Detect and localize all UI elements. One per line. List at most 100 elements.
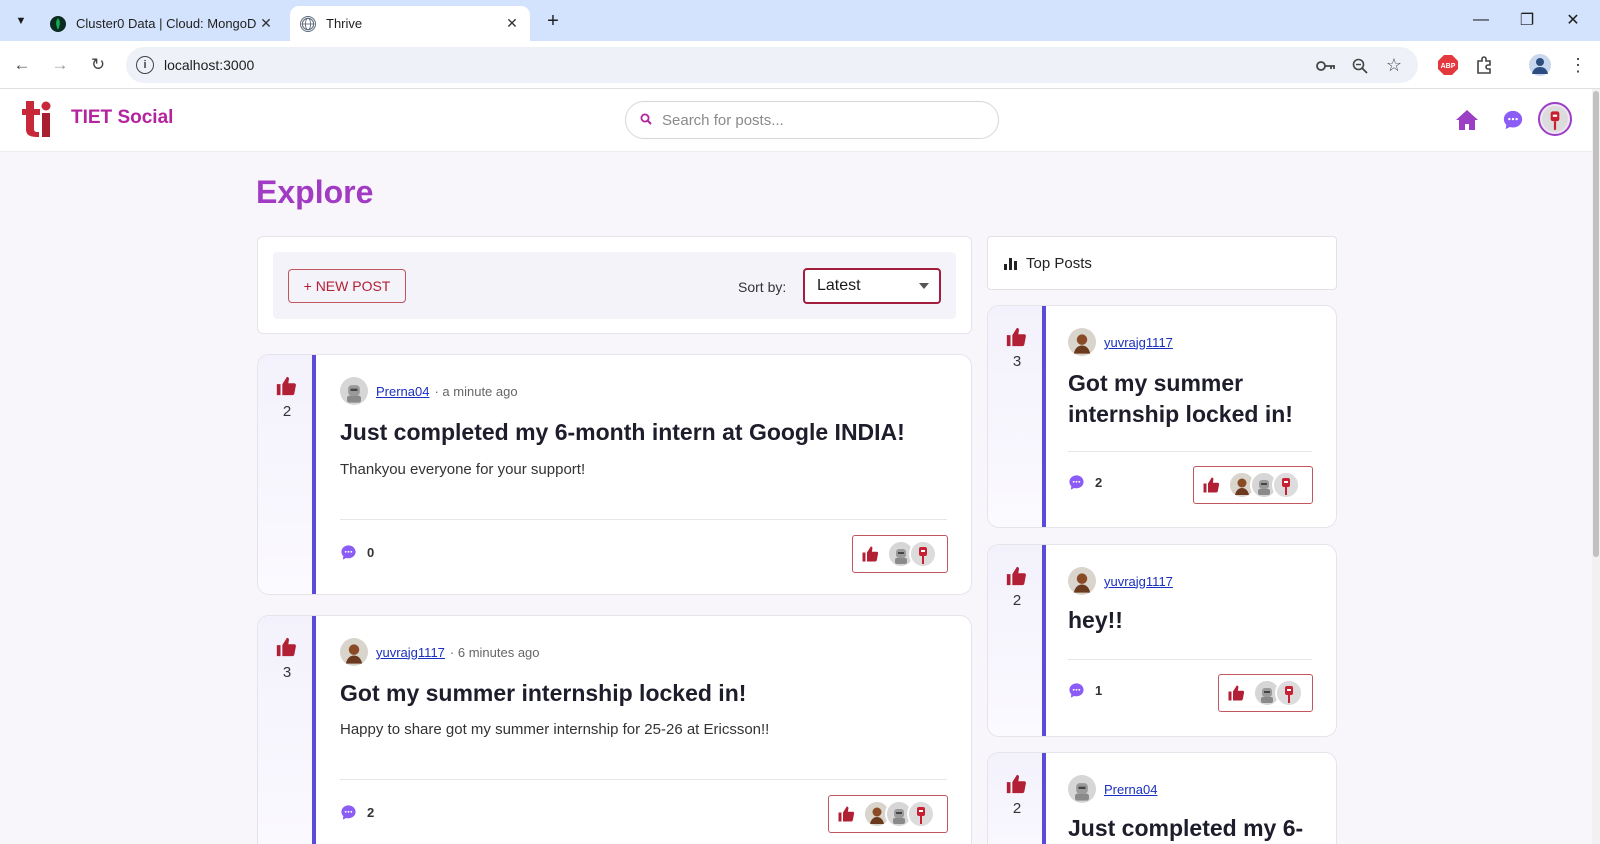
thumbs-up-icon <box>1227 684 1245 702</box>
post-time: · 6 minutes ago <box>449 644 540 660</box>
likes-box[interactable] <box>1193 466 1313 504</box>
ti-logo[interactable] <box>22 99 54 139</box>
top-post-card[interactable]: 3 yuvrajg1117 Got my summer internship l… <box>987 305 1337 528</box>
avatar[interactable] <box>1068 567 1096 595</box>
extensions-puzzle-icon[interactable] <box>1472 53 1496 77</box>
search-placeholder: Search for posts... <box>662 111 784 129</box>
page-scrollbar-thumb[interactable] <box>1593 91 1599 557</box>
likes-box[interactable] <box>852 535 948 573</box>
avatar <box>909 540 937 568</box>
thumbs-up-icon <box>1202 476 1220 494</box>
post-meta: Prerna04 <box>1068 775 1162 803</box>
author-link[interactable]: yuvrajg1117 <box>376 645 445 660</box>
back-arrow-icon[interactable]: ← <box>10 53 34 77</box>
top-post-card[interactable]: 2 Prerna04 Just completed my 6- <box>987 752 1337 844</box>
comments-count[interactable]: 0 <box>340 544 374 561</box>
post-title[interactable]: Just completed my 6-month intern at Goog… <box>340 417 905 448</box>
app-header: TIET Social Search for posts... <box>0 89 1592 152</box>
thumbs-up-icon[interactable] <box>275 375 297 397</box>
post-card[interactable]: 3 yuvrajg1117 · 6 minutes ago Got my sum… <box>257 615 972 844</box>
post-title[interactable]: hey!! <box>1068 605 1123 636</box>
sort-label: Sort by: <box>738 279 787 295</box>
close-tab-icon[interactable]: ✕ <box>504 15 520 32</box>
tab-title: Thrive <box>326 16 363 31</box>
comment-icon <box>1068 682 1085 699</box>
vote-count: 2 <box>1012 800 1022 817</box>
post-title[interactable]: Got my summer internship locked in! <box>1068 368 1313 430</box>
avatar[interactable] <box>1068 328 1096 356</box>
site-info-icon[interactable]: i <box>136 56 154 74</box>
browser-profile-avatar[interactable] <box>1528 53 1552 77</box>
key-icon[interactable] <box>1316 56 1336 76</box>
forward-arrow-icon[interactable]: → <box>48 53 72 77</box>
divider <box>1068 451 1312 452</box>
close-window-icon[interactable]: ✕ <box>1558 8 1588 32</box>
address-toolbar: ← → ↻ i localhost:3000 ☆ ABP ⋮ <box>0 41 1600 89</box>
comment-icon <box>1068 474 1085 491</box>
post-meta: yuvrajg1117 <box>1068 567 1178 595</box>
author-link[interactable]: yuvrajg1117 <box>1104 335 1173 350</box>
top-posts-header: Top Posts <box>987 236 1337 290</box>
thumbs-up-icon[interactable] <box>275 636 297 658</box>
chat-icon[interactable] <box>1500 107 1526 133</box>
mongodb-leaf-icon <box>50 15 66 32</box>
post-meta: Prerna04 · a minute ago <box>340 377 518 405</box>
vote-column: 2 <box>988 545 1046 736</box>
reload-icon[interactable]: ↻ <box>86 53 110 77</box>
vote-column: 2 <box>988 753 1046 844</box>
thumbs-up-icon[interactable] <box>1005 565 1027 587</box>
new-tab-button[interactable]: + <box>540 8 566 34</box>
post-body: Happy to share got my summer internship … <box>340 721 770 738</box>
vote-column: 3 <box>988 306 1046 527</box>
home-icon[interactable] <box>1454 107 1480 133</box>
top-post-card[interactable]: 2 yuvrajg1117 hey!! 1 <box>987 544 1337 737</box>
sort-select[interactable]: Latest <box>803 268 941 304</box>
comments-number: 0 <box>367 545 375 560</box>
comments-count[interactable]: 2 <box>340 804 374 821</box>
adblock-icon[interactable]: ABP <box>1436 53 1460 77</box>
address-bar[interactable]: i localhost:3000 <box>126 47 1418 83</box>
browser-tabbar: ▼ Cluster0 Data | Cloud: MongoD ✕ Thrive… <box>0 0 1600 41</box>
avatar[interactable] <box>1068 775 1096 803</box>
browser-tab-thrive[interactable]: Thrive ✕ <box>290 6 530 41</box>
avatar[interactable] <box>340 377 368 405</box>
post-title[interactable]: Just completed my 6- <box>1068 813 1303 844</box>
comments-count[interactable]: 1 <box>1068 682 1102 699</box>
comment-icon <box>340 544 357 561</box>
author-link[interactable]: yuvrajg1117 <box>1104 574 1173 589</box>
search-input[interactable]: Search for posts... <box>625 101 999 139</box>
tab-title: Cluster0 Data | Cloud: MongoD <box>76 16 257 31</box>
menu-kebab-icon[interactable]: ⋮ <box>1566 53 1590 77</box>
likes-box[interactable] <box>828 795 948 833</box>
comments-count[interactable]: 2 <box>1068 474 1102 491</box>
top-posts-title: Top Posts <box>1026 254 1092 272</box>
brand-name[interactable]: TIET Social <box>71 107 173 129</box>
vote-count: 3 <box>1012 353 1022 370</box>
chevron-down-icon: ▼ <box>15 15 27 27</box>
post-card[interactable]: 2 Prerna04 · a minute ago Just completed… <box>257 354 972 595</box>
restore-icon[interactable]: ❐ <box>1512 8 1542 32</box>
avatar[interactable] <box>340 638 368 666</box>
post-meta: yuvrajg1117 <box>1068 328 1178 356</box>
divider <box>1068 659 1312 660</box>
bar-chart-icon <box>1004 257 1017 270</box>
avatar <box>907 800 935 828</box>
avatar <box>1275 679 1303 707</box>
thumbs-up-icon[interactable] <box>1005 326 1027 348</box>
bookmark-star-icon[interactable]: ☆ <box>1384 55 1404 75</box>
close-tab-icon[interactable]: ✕ <box>258 15 274 32</box>
post-title[interactable]: Got my summer internship locked in! <box>340 678 746 709</box>
zoom-icon[interactable] <box>1350 56 1370 76</box>
author-link[interactable]: Prerna04 <box>376 384 429 399</box>
minimize-icon[interactable]: — <box>1466 8 1496 32</box>
thumbs-up-icon <box>837 805 855 823</box>
avatar[interactable] <box>1538 102 1572 136</box>
vote-count: 3 <box>282 664 292 681</box>
tab-list-button[interactable]: ▼ <box>8 8 34 34</box>
thumbs-up-icon[interactable] <box>1005 773 1027 795</box>
likes-box[interactable] <box>1218 674 1313 712</box>
browser-tab-mongodb[interactable]: Cluster0 Data | Cloud: MongoD ✕ <box>40 6 284 41</box>
author-link[interactable]: Prerna04 <box>1104 782 1157 797</box>
thumbs-up-icon <box>861 545 879 563</box>
new-post-button[interactable]: + NEW POST <box>288 269 406 303</box>
